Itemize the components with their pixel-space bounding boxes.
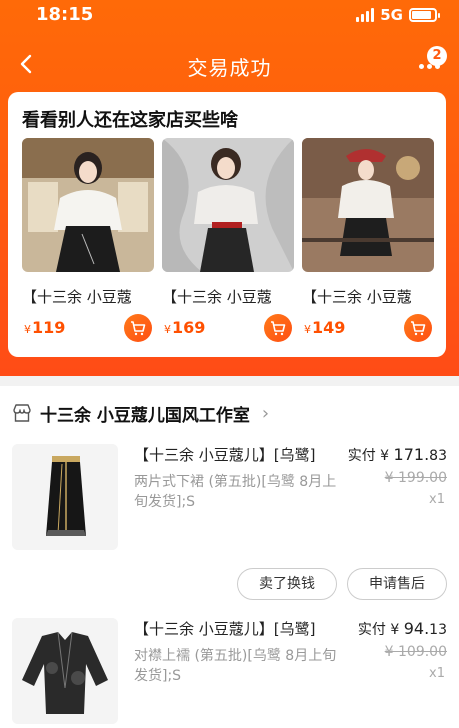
network-type: 5G xyxy=(380,6,403,24)
order-item-image[interactable] xyxy=(12,618,118,724)
product-price: ¥119 xyxy=(24,318,66,337)
recommendation-card: 看看别人还在这家店买些啥 【十三余 小豆蔻 ¥119 【十三余 小豆蔻 ¥169… xyxy=(8,92,446,357)
order-item-image[interactable] xyxy=(12,444,118,550)
add-to-cart-button[interactable] xyxy=(124,314,152,342)
product-image xyxy=(162,138,294,272)
product-price: ¥149 xyxy=(304,318,346,337)
recommended-product[interactable]: 【十三余 小豆蔻 ¥119 xyxy=(22,138,154,348)
status-bar: 18:15 5G xyxy=(0,0,459,30)
product-price: ¥169 xyxy=(164,318,206,337)
cart-icon xyxy=(411,321,426,336)
status-time: 18:15 xyxy=(36,4,94,25)
recommended-product[interactable]: 【十三余 小豆蔻 ¥169 xyxy=(162,138,294,348)
notification-badge: 2 xyxy=(427,46,447,66)
paid-price: 实付 ¥ 94.13 xyxy=(357,619,447,638)
product-image xyxy=(302,138,434,272)
add-to-cart-button[interactable] xyxy=(404,314,432,342)
recommendation-title: 看看别人还在这家店买些啥 xyxy=(22,110,238,131)
order-item-spec: 对襟上襦 (第五批)[乌鹭 8月上旬发货];S xyxy=(134,648,337,684)
cart-icon xyxy=(271,321,286,336)
nav-bar: 交易成功 2 xyxy=(0,40,459,90)
more-button[interactable]: 2 xyxy=(411,46,447,78)
battery-level xyxy=(412,11,431,19)
shop-icon xyxy=(13,404,31,422)
battery-icon xyxy=(409,8,440,22)
order-item-spec: 两片式下裙 (第五批)[乌鹭 8月上旬发货];S xyxy=(134,474,337,510)
add-to-cart-button[interactable] xyxy=(264,314,292,342)
page-title: 交易成功 xyxy=(187,56,272,80)
order-card: 十三余 小豆蔻儿国风工作室 › 【十三余 小豆蔻儿】[乌鹭] 两片式下裙 (第五… xyxy=(0,386,459,728)
original-price: ¥ 109.00 xyxy=(384,644,447,660)
cart-icon xyxy=(131,321,146,336)
order-item-title[interactable]: 【十三余 小豆蔻儿】[乌鹭] xyxy=(134,618,315,639)
original-price: ¥ 199.00 xyxy=(384,470,447,486)
product-name: 【十三余 小豆蔻 xyxy=(302,288,412,306)
after-sale-button[interactable]: 申请售后 xyxy=(347,568,447,600)
product-name: 【十三余 小豆蔻 xyxy=(22,288,132,306)
section-divider xyxy=(0,376,459,386)
shop-link[interactable]: 十三余 小豆蔻儿国风工作室 › xyxy=(12,400,269,426)
signal-icon xyxy=(356,8,375,22)
status-indicators: 5G xyxy=(356,6,440,24)
resell-button[interactable]: 卖了换钱 xyxy=(237,568,337,600)
item-quantity: x1 xyxy=(429,666,445,681)
order-item-title[interactable]: 【十三余 小豆蔻儿】[乌鹭] xyxy=(134,444,315,465)
item-quantity: x1 xyxy=(429,492,445,507)
chevron-right-icon: › xyxy=(261,402,270,424)
paid-price: 实付 ¥ 171.83 xyxy=(347,445,447,464)
recommended-product[interactable]: 【十三余 小豆蔻 ¥149 xyxy=(302,138,434,348)
product-name: 【十三余 小豆蔻 xyxy=(162,288,272,306)
shop-name: 十三余 小豆蔻儿国风工作室 xyxy=(40,405,250,426)
product-image xyxy=(22,138,154,272)
